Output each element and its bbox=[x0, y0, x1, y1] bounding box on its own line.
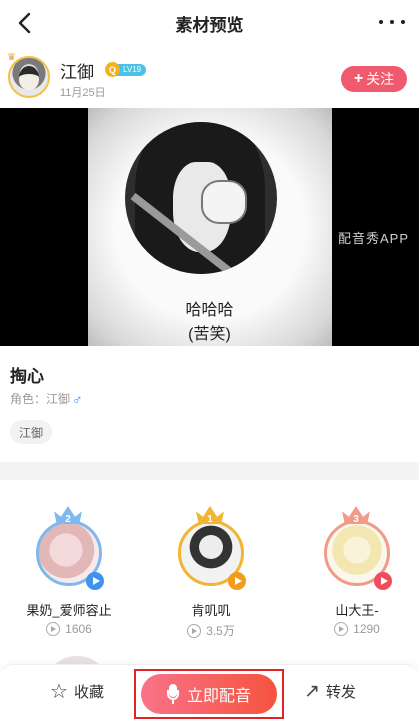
bottom-action-bar: ☆ 收藏 立即配音 ↗ 转发 bbox=[0, 664, 419, 720]
record-dub-button[interactable]: 立即配音 bbox=[141, 674, 277, 714]
rank-number: 3 bbox=[353, 513, 359, 525]
share-icon: ↗ bbox=[304, 681, 320, 702]
rank-user-name: 山大王- bbox=[335, 603, 379, 618]
play-icon[interactable] bbox=[86, 572, 104, 590]
rank-user-name: 果奶_爱师容止 bbox=[26, 603, 112, 618]
material-info: 掏心 角色：江御 ♂ 江御 bbox=[0, 348, 419, 460]
play-count-icon bbox=[46, 622, 61, 636]
role-label: 角色：江御 bbox=[10, 392, 71, 406]
dot-icon bbox=[379, 20, 383, 24]
more-options-button[interactable] bbox=[379, 12, 405, 32]
play-icon[interactable] bbox=[228, 572, 246, 590]
share-label: 转发 bbox=[325, 684, 356, 701]
role-line: 角色：江御 ♂ bbox=[10, 390, 83, 407]
rank-play-count: 3.5万 bbox=[144, 622, 278, 639]
avatar-face bbox=[19, 66, 39, 90]
microphone-icon bbox=[166, 684, 179, 704]
page-title: 素材预览 bbox=[175, 15, 244, 35]
male-icon: ♂ bbox=[72, 390, 83, 407]
level-badge: Q LV19 bbox=[105, 62, 147, 77]
rank-item-3[interactable]: 3 山大王- 1290 bbox=[290, 512, 419, 644]
level-icon: Q bbox=[105, 62, 120, 77]
app-watermark: 配音秀APP bbox=[337, 231, 409, 246]
character-portrait bbox=[125, 122, 277, 274]
rank-play-count: 1290 bbox=[290, 622, 419, 636]
level-text: LV19 bbox=[116, 63, 147, 76]
crown-icon: 2 bbox=[54, 506, 82, 526]
rank-item-1[interactable]: 1 肯叽叽 3.5万 bbox=[144, 512, 274, 644]
top-nav-bar: 素材预览 bbox=[0, 0, 419, 46]
portrait-hand bbox=[201, 180, 247, 224]
mic-leg bbox=[171, 700, 174, 704]
crown-icon: 1 bbox=[196, 506, 224, 526]
plus-icon: + bbox=[353, 70, 364, 87]
dot-icon bbox=[401, 20, 405, 24]
mic-stand bbox=[166, 690, 179, 700]
play-count-value: 1290 bbox=[353, 622, 380, 636]
back-button[interactable] bbox=[12, 10, 36, 36]
follow-label: 关注 bbox=[366, 71, 395, 87]
follow-button[interactable]: + 关注 bbox=[341, 66, 407, 92]
play-count-value: 1606 bbox=[65, 622, 92, 636]
rank-number: 2 bbox=[65, 513, 71, 525]
dot-icon bbox=[390, 20, 394, 24]
play-count-icon bbox=[334, 622, 349, 636]
collect-label: 收藏 bbox=[73, 684, 104, 701]
rank-user-name: 肯叽叽 bbox=[191, 603, 231, 618]
rank-play-count: 1606 bbox=[2, 622, 136, 636]
crown-icon: 3 bbox=[342, 506, 370, 526]
back-arrow-icon bbox=[18, 12, 31, 34]
video-caption-line2: (苦笑) bbox=[188, 326, 231, 343]
material-tag[interactable]: 江御 bbox=[10, 420, 53, 444]
star-icon: ☆ bbox=[50, 680, 68, 703]
record-label: 立即配音 bbox=[186, 688, 251, 705]
play-count-icon bbox=[187, 623, 202, 638]
author-row: ♛ 江御 Q LV19 11月25日 + 关注 bbox=[0, 50, 419, 106]
rank-number: 1 bbox=[207, 513, 213, 525]
play-count-value: 3.5万 bbox=[206, 624, 235, 638]
rank-item-2[interactable]: 2 果奶_爱师容止 1606 bbox=[2, 512, 132, 644]
author-name[interactable]: 江御 bbox=[60, 58, 94, 83]
material-title: 掏心 bbox=[10, 367, 44, 386]
crown-icon: ♛ bbox=[7, 52, 16, 63]
share-button[interactable]: ↗ 转发 bbox=[304, 681, 356, 702]
section-divider bbox=[0, 462, 419, 480]
play-icon[interactable] bbox=[374, 572, 392, 590]
post-date: 11月25日 bbox=[60, 87, 106, 99]
video-caption-line1: 哈哈哈 bbox=[185, 302, 234, 319]
collect-button[interactable]: ☆ 收藏 bbox=[50, 681, 104, 702]
